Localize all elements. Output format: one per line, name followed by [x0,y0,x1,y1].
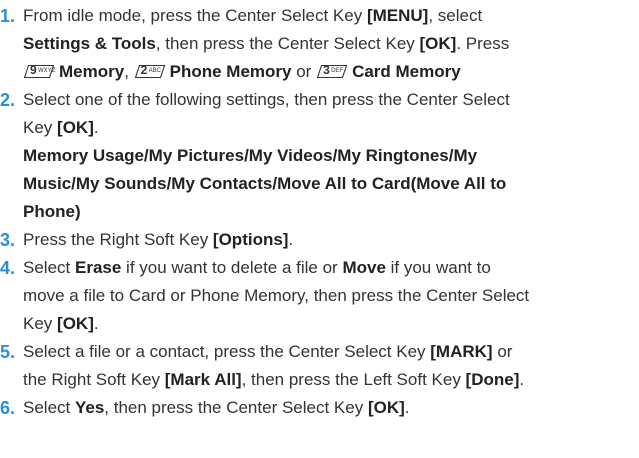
step-text: . [519,370,525,389]
step-text: Select a file or a contact, press the Ce… [23,342,431,361]
step-text: . [93,314,99,333]
step-number: 6. [0,398,16,418]
step-text: Key [23,118,58,137]
step-text: , then press the Center Select Key [155,34,420,53]
key-label-ok: [OK] [57,118,94,137]
step-5: 5. Select a file or a contact, press the… [0,338,639,394]
option-yes: Yes [74,398,105,417]
key-label-done: [Done] [465,370,520,389]
step-text: . [93,118,99,137]
step-number: 3. [0,230,16,250]
step-number: 4. [0,258,16,278]
step-line: From idle mode, press the Center Select … [23,2,639,30]
step-text: Press the Right Soft Key [23,230,213,249]
keypad-3-icon: 3 DEF [316,63,348,79]
step-text: . [404,398,410,417]
step-2: 2. Select one of the following settings,… [0,86,639,226]
step-4: 4. Select Erase if you want to delete a … [0,254,639,338]
step-line: 9 WXYZ Memory, 2 ABC Phone Memory or 3 DEF … [23,58,639,86]
instruction-list: 1. From idle mode, press the Center Sele… [0,2,639,422]
step-line: Settings & Tools, then press the Center … [23,30,639,58]
key-label-ok: [OK] [367,398,405,417]
step-line: Select one of the following settings, th… [23,86,639,114]
keypad-9-icon: 9 WXYZ [23,63,55,79]
menu-item-card-memory: Card Memory [352,62,461,81]
settings-options-line: Phone) [23,202,81,221]
key-label-menu: [MENU] [366,6,429,25]
step-text: , [124,62,134,81]
step-text: , then press the Left Soft Key [241,370,466,389]
step-line: Select Yes, then press the Center Select… [23,394,639,422]
step-text: . Press [456,34,510,53]
step-line: Key [OK]. [23,114,639,142]
option-erase: Erase [74,258,122,277]
settings-options-line: Music/My Sounds/My Contacts/Move All to … [23,174,507,193]
step-line: Select a file or a contact, press the Ce… [23,338,639,366]
option-move: Move [342,258,386,277]
step-text: , then press the Center Select Key [104,398,368,417]
step-text: . [288,230,294,249]
settings-options-line: Memory Usage/My Pictures/My Videos/My Ri… [23,146,478,165]
key-label-mark: [MARK] [430,342,493,361]
step-text: Select [23,398,75,417]
key-label-ok: [OK] [57,314,94,333]
step-text: Select one of the following settings, th… [23,90,510,109]
step-text: Key [23,314,58,333]
step-text: From idle mode, press the Center Select … [23,6,367,25]
keypad-2-icon: 2 ABC [134,63,166,79]
step-text: the Right Soft Key [23,370,165,389]
key-label-options: [Options] [212,230,289,249]
step-line: the Right Soft Key [Mark All], then pres… [23,366,639,394]
menu-item-memory: Memory [59,62,125,81]
step-number: 1. [0,6,16,26]
step-6: 6. Select Yes, then press the Center Sel… [0,394,639,422]
key-label-mark-all: [Mark All] [164,370,242,389]
step-text: if you want to [385,258,491,277]
step-text: Select [23,258,75,277]
step-3: 3. Press the Right Soft Key [Options]. [0,226,639,254]
step-text: move a file to Card or Phone Memory, the… [23,286,530,305]
step-text: , select [428,6,483,25]
step-line: Key [OK]. [23,310,639,338]
step-line: Press the Right Soft Key [Options]. [23,226,639,254]
step-line: move a file to Card or Phone Memory, the… [23,282,639,310]
step-text: or [291,62,317,81]
step-number: 2. [0,90,16,110]
key-label-ok: [OK] [419,34,457,53]
step-1: 1. From idle mode, press the Center Sele… [0,2,639,86]
menu-item-phone-memory: Phone Memory [169,62,292,81]
step-text: if you want to delete a file or [121,258,343,277]
step-number: 5. [0,342,16,362]
step-line: Select Erase if you want to delete a fil… [23,254,639,282]
menu-item-settings-tools: Settings & Tools [23,34,156,53]
settings-options: Memory Usage/My Pictures/My Videos/My Ri… [23,142,639,226]
step-text: or [492,342,513,361]
